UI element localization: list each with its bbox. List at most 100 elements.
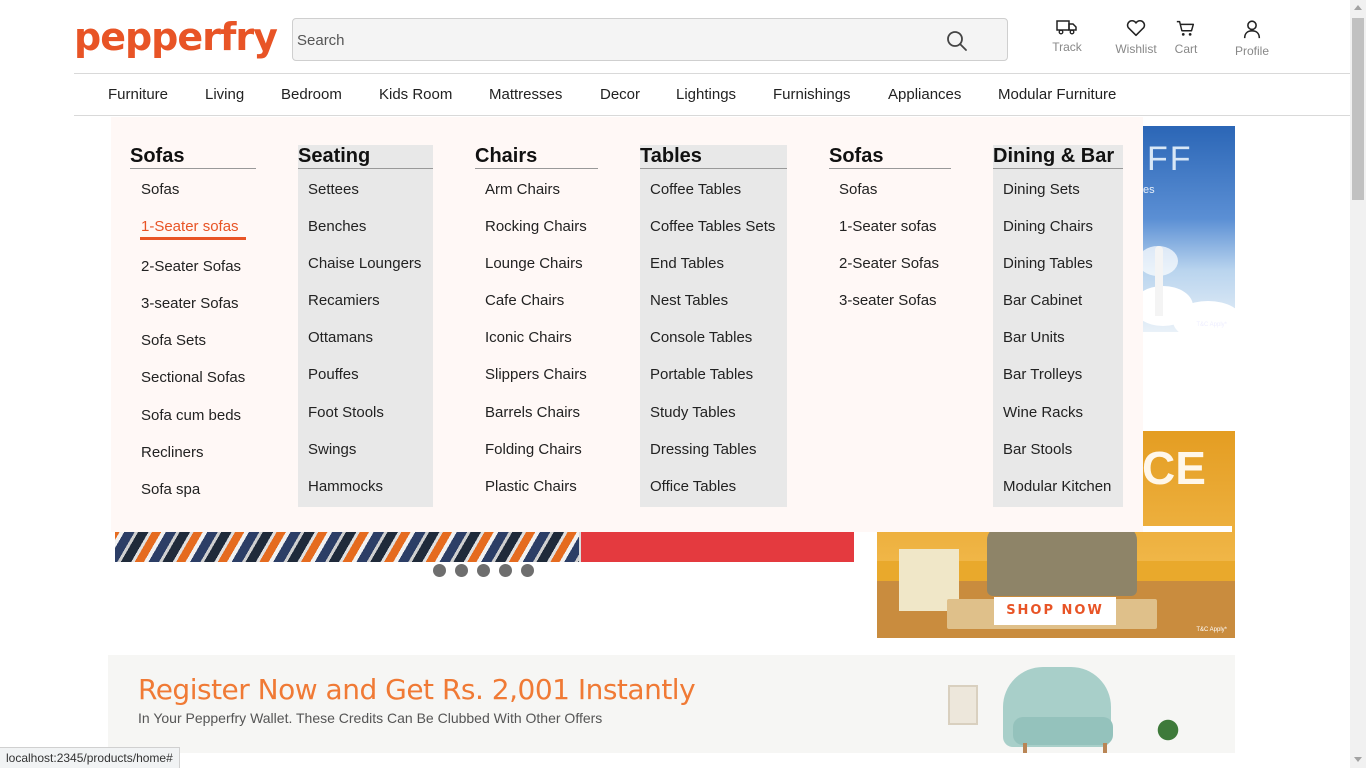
menu-item[interactable]: Sofa cum beds [141, 407, 241, 424]
menu-item[interactable]: Coffee Tables [650, 181, 741, 198]
menu-item[interactable]: End Tables [650, 255, 724, 272]
menu-item[interactable]: 2-Seater Sofas [141, 258, 241, 275]
menu-item[interactable]: Bar Units [1003, 329, 1065, 346]
menu-item[interactable]: Dressing Tables [650, 441, 756, 458]
menu-item[interactable]: 3-seater Sofas [141, 295, 239, 312]
menu-item[interactable]: Benches [308, 218, 366, 235]
menu-item[interactable]: Sofa spa [141, 481, 200, 498]
promo-banner-sale-terms: T&C Apply* [1196, 322, 1227, 328]
menu-item[interactable]: Dining Tables [1003, 255, 1093, 272]
browser-status-url: localhost:2345/products/home# [0, 747, 180, 768]
page-scrollbar[interactable] [1350, 0, 1366, 768]
promo-banner-sale[interactable]: FF es T&C Apply* [1143, 126, 1235, 332]
nav-item-kids-room[interactable]: Kids Room [379, 86, 452, 103]
wishlist-button[interactable]: Wishlist [1111, 18, 1161, 56]
menu-item[interactable]: Dining Chairs [1003, 218, 1093, 235]
menu-item[interactable]: Sofa Sets [141, 332, 206, 349]
nav-item-furnishings[interactable]: Furnishings [773, 86, 851, 103]
menu-column-chairs: Chairs Arm Chairs Rocking Chairs Lounge … [475, 145, 598, 507]
pepperfry-logo[interactable]: pepperfry [74, 15, 278, 59]
menu-item[interactable]: Study Tables [650, 404, 736, 421]
menu-item[interactable]: Modular Kitchen [1003, 478, 1111, 495]
menu-item[interactable]: Sofas [839, 181, 877, 198]
nav-item-appliances[interactable]: Appliances [888, 86, 961, 103]
carousel-dot[interactable] [521, 564, 534, 577]
scroll-down-arrow-icon[interactable] [1354, 757, 1362, 762]
menu-item[interactable]: Sectional Sofas [141, 369, 245, 386]
nav-item-decor[interactable]: Decor [600, 86, 640, 103]
menu-item-active[interactable]: 1-Seater sofas [141, 218, 239, 235]
menu-item[interactable]: Lounge Chairs [485, 255, 583, 272]
search-icon[interactable] [945, 29, 969, 53]
search-input[interactable] [297, 29, 917, 51]
cart-button[interactable]: Cart [1170, 18, 1202, 56]
carousel-dot[interactable] [455, 564, 468, 577]
menu-item[interactable]: Coffee Tables Sets [650, 218, 775, 235]
menu-item[interactable]: Bar Trolleys [1003, 366, 1082, 383]
carousel-dot[interactable] [477, 564, 490, 577]
shop-now-button[interactable]: SHOP NOW [994, 597, 1116, 625]
menu-item[interactable]: Recamiers [308, 292, 380, 309]
menu-item[interactable]: Nest Tables [650, 292, 728, 309]
menu-item[interactable]: Chaise Loungers [308, 255, 421, 272]
menu-column-title[interactable]: Seating [298, 145, 433, 169]
menu-item[interactable]: 3-seater Sofas [839, 292, 937, 309]
track-button[interactable]: Track [1050, 18, 1084, 54]
menu-item[interactable]: Arm Chairs [485, 181, 560, 198]
menu-item[interactable]: Dining Sets [1003, 181, 1080, 198]
user-icon [1243, 20, 1261, 39]
carousel-dot[interactable] [433, 564, 446, 577]
menu-item[interactable]: Office Tables [650, 478, 736, 495]
menu-item[interactable]: Portable Tables [650, 366, 753, 383]
menu-item[interactable]: Rocking Chairs [485, 218, 587, 235]
menu-item[interactable]: Plastic Chairs [485, 478, 577, 495]
menu-column-title[interactable]: Sofas [130, 145, 256, 169]
scrollbar-thumb[interactable] [1352, 18, 1364, 200]
carousel-dot[interactable] [499, 564, 512, 577]
scroll-up-arrow-icon[interactable] [1354, 5, 1362, 10]
nav-item-living[interactable]: Living [205, 86, 244, 103]
menu-item[interactable]: Hammocks [308, 478, 383, 495]
search-bar[interactable] [292, 18, 1008, 61]
promo-banner-sale-subtext: es [1143, 184, 1155, 196]
nav-item-modular-furniture[interactable]: Modular Furniture [998, 86, 1116, 103]
menu-item[interactable]: Wine Racks [1003, 404, 1083, 421]
register-offer-title: Register Now and Get Rs. 2,001 Instantly [138, 673, 696, 706]
menu-item[interactable]: Iconic Chairs [485, 329, 572, 346]
menu-column-title[interactable]: Sofas [829, 145, 951, 169]
menu-item[interactable]: Slippers Chairs [485, 366, 587, 383]
menu-item[interactable]: Swings [308, 441, 356, 458]
menu-item[interactable]: Folding Chairs [485, 441, 582, 458]
menu-item[interactable]: Foot Stools [308, 404, 384, 421]
menu-column-title[interactable]: Chairs [475, 145, 598, 169]
menu-item[interactable]: Cafe Chairs [485, 292, 564, 309]
menu-item[interactable]: Settees [308, 181, 359, 198]
wishlist-label: Wishlist [1115, 42, 1157, 56]
menu-item[interactable]: 1-Seater sofas [839, 218, 937, 235]
menu-item[interactable]: Console Tables [650, 329, 752, 346]
menu-item[interactable]: Ottamans [308, 329, 373, 346]
profile-label: Profile [1234, 44, 1269, 58]
nav-item-bedroom[interactable]: Bedroom [281, 86, 342, 103]
menu-item[interactable]: Pouffes [308, 366, 359, 383]
menu-item[interactable]: 2-Seater Sofas [839, 255, 939, 272]
menu-item[interactable]: Recliners [141, 444, 204, 461]
cart-icon [1176, 20, 1195, 36]
menu-column-title[interactable]: Tables [640, 145, 787, 169]
register-offer-banner[interactable]: Register Now and Get Rs. 2,001 Instantly… [108, 655, 1235, 753]
track-label: Track [1052, 40, 1082, 54]
nav-item-mattresses[interactable]: Mattresses [489, 86, 562, 103]
menu-column-dining-bar: Dining & Bar Dining Sets Dining Chairs D… [993, 145, 1123, 507]
menu-column-title[interactable]: Dining & Bar [993, 145, 1123, 169]
menu-item[interactable]: Sofas [141, 181, 179, 198]
menu-item[interactable]: Barrels Chairs [485, 404, 580, 421]
active-underline [140, 237, 246, 240]
carousel-dots [433, 564, 543, 578]
nav-item-furniture[interactable]: Furniture [108, 86, 168, 103]
profile-button[interactable]: Profile [1232, 18, 1272, 58]
heart-icon [1126, 19, 1146, 37]
nav-item-lightings[interactable]: Lightings [676, 86, 736, 103]
truck-icon [1056, 20, 1077, 35]
menu-item[interactable]: Bar Stools [1003, 441, 1072, 458]
menu-item[interactable]: Bar Cabinet [1003, 292, 1082, 309]
